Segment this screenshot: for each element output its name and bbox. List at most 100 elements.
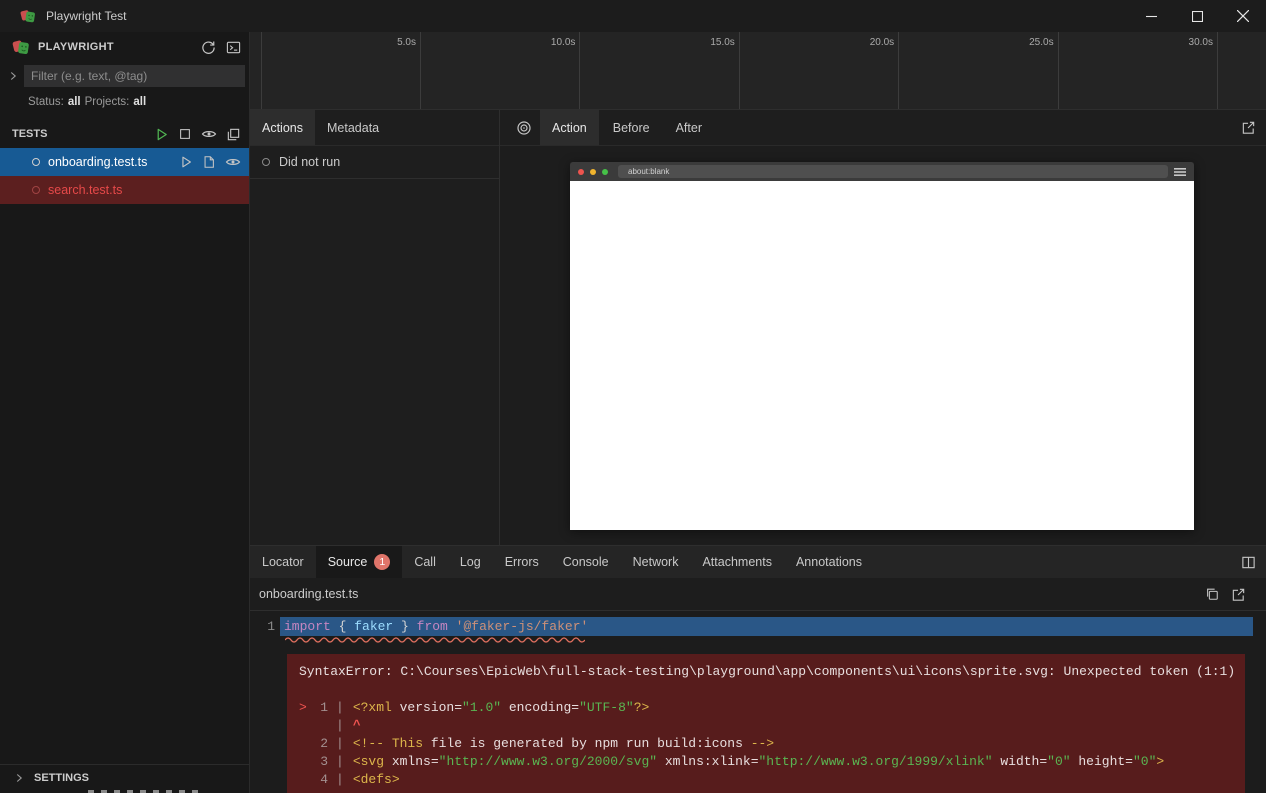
tab-label: Action [552,121,587,135]
traffic-light-red [578,169,584,175]
frame-line-number: 4 [314,771,328,789]
details-panel: Locator Source 1 Call Log Errors Console… [250,545,1266,793]
run-test-button[interactable] [179,155,193,169]
tab-annotations[interactable]: Annotations [784,546,874,578]
tab-label: Network [633,555,679,569]
source-code-view[interactable]: 1 import { faker } from '@faker-js/faker… [250,611,1266,793]
code-token: height= [1071,754,1133,769]
tab-log[interactable]: Log [448,546,493,578]
filter-input[interactable] [24,65,245,87]
timeline-gridline [1217,32,1218,109]
terminal-icon [226,40,241,55]
tab-network[interactable]: Network [621,546,691,578]
code-text: import { faker } from '@faker-js/faker' [280,617,1253,636]
pick-locator-button[interactable] [508,120,538,136]
filter-status-line[interactable]: Status: all Projects: all [0,90,249,114]
copy-icon [1205,587,1219,601]
tab-source[interactable]: Source 1 [316,546,403,578]
reload-tests-button[interactable] [201,40,216,55]
split-view-button[interactable] [1241,555,1256,570]
open-source-button[interactable] [1231,587,1246,602]
tab-label: Annotations [796,555,862,569]
settings-section-header[interactable]: SETTINGS [0,764,249,790]
tab-label: Locator [262,555,304,569]
tab-label: Actions [262,121,303,135]
maximize-button[interactable] [1174,0,1220,32]
frame-marker: > [299,699,314,717]
tab-console[interactable]: Console [551,546,621,578]
chevron-right-icon [12,771,26,785]
error-message: SyntaxError: C:\Courses\EpicWeb\full-sta… [299,663,1233,681]
did-not-run-row: Did not run [250,146,499,179]
tab-before[interactable]: Before [601,110,662,145]
external-link-icon [1231,587,1246,602]
watch-test-button[interactable] [225,154,241,170]
frame-code: ^ [353,717,361,735]
traffic-light-yellow [590,169,596,175]
frame-pipe: | [328,771,353,789]
timeline-gridline [1058,32,1059,109]
tab-actions[interactable]: Actions [250,110,315,145]
timeline-gridline [261,32,262,109]
code-token: "http://www.w3.org/1999/xlink" [759,754,993,769]
code-token: "UTF-8" [579,700,634,715]
code-token: ?> [634,700,650,715]
refresh-icon [201,40,216,55]
playwright-logo-icon [20,8,36,24]
collapse-all-button[interactable] [226,127,241,142]
sidebar-title: PLAYWRIGHT [38,41,114,53]
actions-panel: Actions Metadata Did not run [250,110,500,545]
eye-icon [225,154,241,170]
run-all-button[interactable] [154,127,169,142]
timeline-tick-label: 25.0s [988,37,1054,48]
code-frame-line: 4 | <defs> [299,771,1233,789]
tests-section-header: TESTS [0,120,249,148]
timeline-tick-label: 5.0s [350,37,416,48]
frame-marker [299,771,314,789]
copy-path-button[interactable] [1205,587,1219,601]
test-item-onboarding[interactable]: onboarding.test.ts [0,148,249,176]
timeline-ruler[interactable]: 5.0s10.0s15.0s20.0s25.0s30.0s [250,32,1266,110]
test-name: search.test.ts [48,183,122,197]
source-code-line-1[interactable]: 1 import { faker } from '@faker-js/faker… [250,615,1266,637]
timeline-gridline [420,32,421,109]
test-name: onboarding.test.ts [48,155,147,169]
snapshot-panel: Action Before After [500,110,1266,545]
timeline-tick-label: 20.0s [828,37,894,48]
code-token: faker [354,619,393,634]
external-link-icon [1241,120,1256,135]
timeline-tick-label: 30.0s [1147,37,1213,48]
close-button[interactable] [1220,0,1266,32]
window-title: Playwright Test [46,9,126,23]
tab-call[interactable]: Call [402,546,448,578]
tab-locator[interactable]: Locator [250,546,316,578]
frame-line-number [314,717,328,735]
squiggly-underline [285,636,585,644]
code-token: <!-- [353,736,392,751]
toggle-output-button[interactable] [226,40,241,55]
tab-attachments[interactable]: Attachments [690,546,783,578]
minimize-button[interactable] [1128,0,1174,32]
tab-errors[interactable]: Errors [493,546,551,578]
show-source-button[interactable] [202,155,216,169]
frame-line-number: 1 [314,699,328,717]
code-token: "http://www.w3.org/2000/svg" [439,754,657,769]
code-token: xmlns:xlink= [657,754,758,769]
details-tab-bar: Locator Source 1 Call Log Errors Console… [250,546,1266,578]
tab-action[interactable]: Action [540,110,599,145]
chevron-right-icon[interactable] [6,69,20,83]
stop-button[interactable] [178,127,192,141]
code-token: <defs> [353,772,400,787]
watch-all-button[interactable] [201,126,217,142]
actions-tab-bar: Actions Metadata [250,110,499,146]
frame-line-number: 3 [314,753,328,771]
sidebar: PLAYWRIGHT Status: all [0,32,250,793]
tab-metadata[interactable]: Metadata [315,110,391,145]
tab-after[interactable]: After [664,110,714,145]
tab-label: Source [328,555,368,569]
browser-url: about:blank [628,167,669,176]
error-count-badge: 1 [374,554,390,570]
test-item-search[interactable]: search.test.ts [0,176,249,204]
tests-title: TESTS [12,128,47,140]
open-snapshot-button[interactable] [1241,120,1256,135]
